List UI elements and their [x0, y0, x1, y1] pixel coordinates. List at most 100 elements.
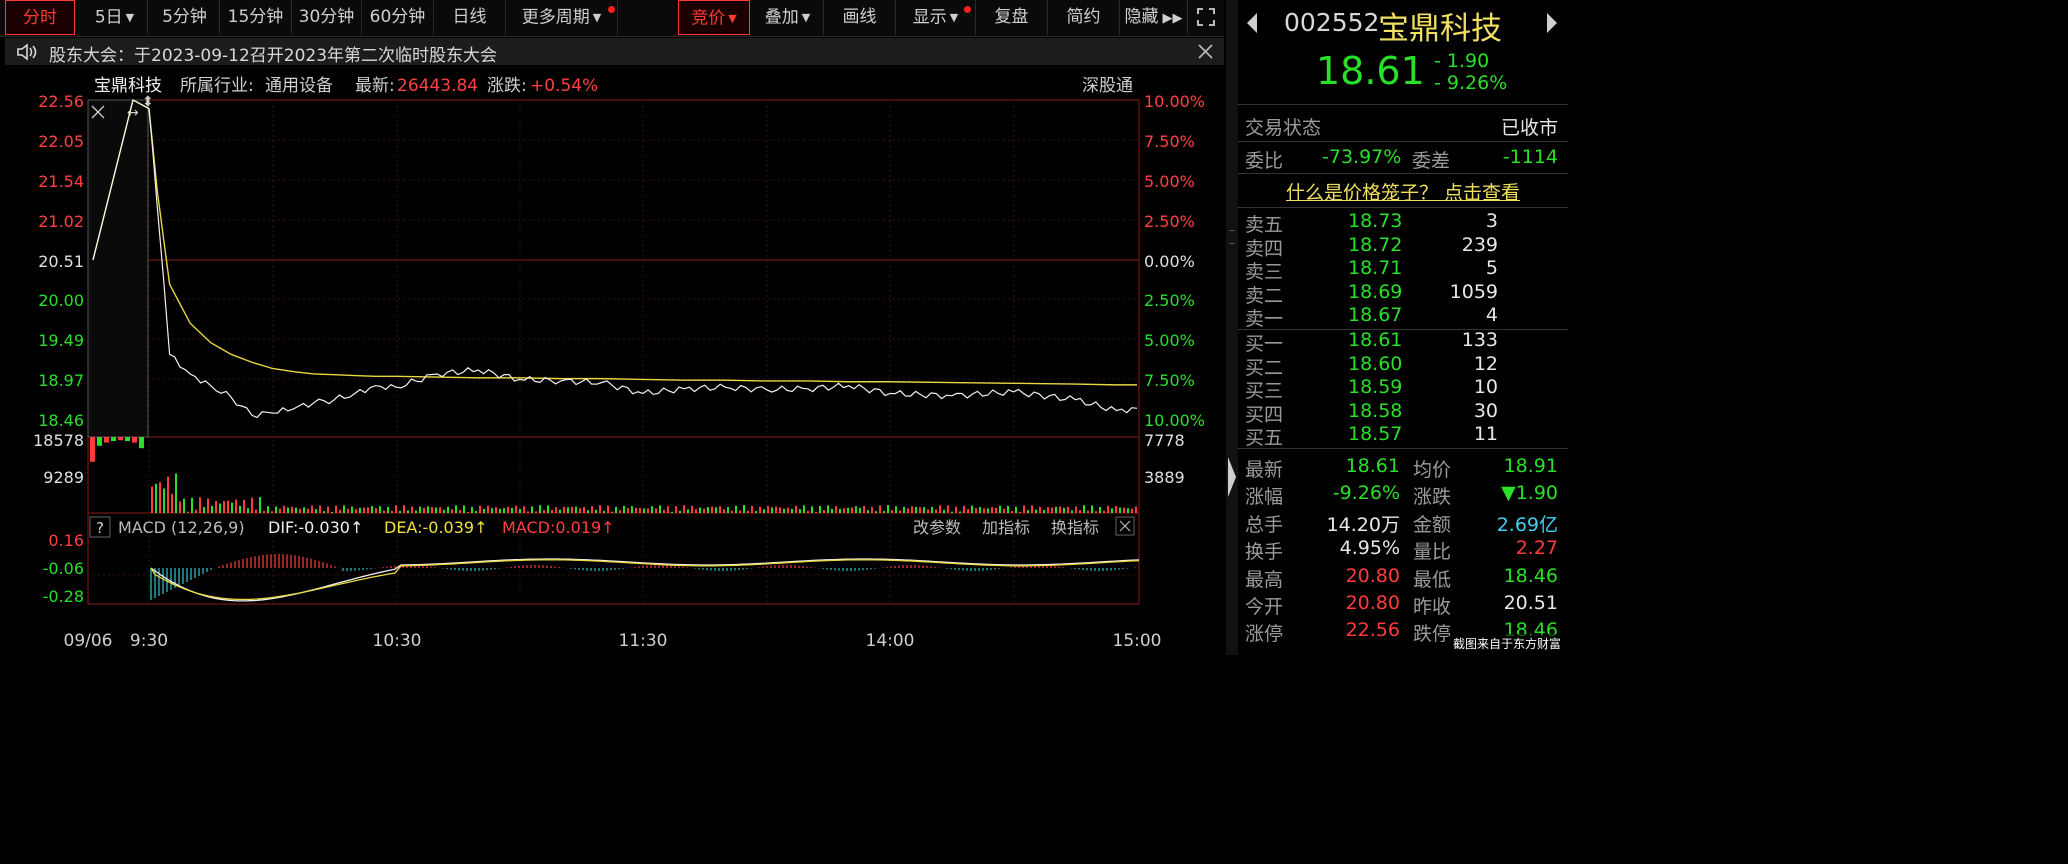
volume-bar — [675, 506, 677, 513]
tab-15min[interactable]: 15分钟 — [220, 0, 292, 35]
collapse-panel-icon[interactable] — [1227, 455, 1237, 499]
tab-30min[interactable]: 30分钟 — [292, 0, 362, 35]
asks-row[interactable]: 卖三 18.71 5 — [1238, 257, 1568, 283]
volume-bar — [439, 507, 441, 513]
volume-bar — [1079, 509, 1081, 513]
simple-button[interactable]: 简约 — [1048, 0, 1120, 35]
volume-bar — [803, 505, 805, 513]
stat-row: 换手 4.95% 量比 2.27 — [1238, 537, 1568, 563]
volume-bar — [695, 509, 697, 513]
volume-bar — [323, 511, 325, 513]
volume-bar — [751, 505, 753, 513]
volume-bar — [519, 508, 521, 513]
bids-row[interactable]: 买三 18.59 10 — [1238, 376, 1568, 402]
volume-bar — [1107, 505, 1109, 513]
tab-daily[interactable]: 日线 — [434, 0, 506, 35]
volume-tick: 9289 — [43, 468, 84, 487]
price-tick: 20.00 — [38, 291, 84, 310]
volume-bar — [1007, 505, 1009, 513]
volume-bar — [367, 507, 369, 513]
volume-bar — [547, 505, 549, 513]
add-indicator-button[interactable]: 加指标 — [982, 518, 1030, 537]
bids-row[interactable]: 买四 18.58 30 — [1238, 400, 1568, 426]
stat-label: 最高 — [1245, 568, 1284, 591]
asks-row[interactable]: 卖五 18.73 3 — [1238, 210, 1568, 236]
volume-tick: 18578 — [33, 431, 84, 450]
bids-row[interactable]: 买二 18.60 12 — [1238, 352, 1568, 379]
volume-bar — [355, 509, 357, 513]
volume-bar — [935, 509, 937, 513]
asks-row[interactable]: 卖四 18.72 239 — [1238, 234, 1568, 260]
bids-volume: 12 — [1473, 352, 1498, 375]
volume-bar — [271, 511, 273, 513]
price-tick: 21.54 — [38, 172, 84, 191]
volume-bar — [879, 505, 881, 513]
asks-price: 18.73 — [1348, 210, 1403, 232]
stat-row: 今开 20.80 昨收 20.51 — [1238, 592, 1568, 618]
volume-bar — [1071, 510, 1073, 513]
volume-bar — [755, 511, 757, 513]
volume-bar — [711, 506, 713, 513]
volume-bar — [1075, 506, 1077, 513]
price-cage-link[interactable]: 什么是价格笼子？ 点击查看 — [1238, 178, 1568, 205]
volume-bar — [511, 507, 513, 513]
fullscreen-button[interactable] — [1188, 0, 1224, 35]
volume-bar — [1051, 507, 1053, 513]
tab-5min[interactable]: 5分钟 — [150, 0, 220, 35]
tab-intraday[interactable]: 分时 — [5, 0, 75, 35]
volume-bar — [335, 505, 337, 513]
volume-bar — [1083, 505, 1085, 513]
hide-button[interactable]: 隐藏 ▶▶ — [1120, 0, 1188, 35]
draw-line-button[interactable]: 画线 — [824, 0, 896, 35]
tab-more-periods[interactable]: 更多周期 ▼ — [506, 0, 618, 35]
volume-bar — [423, 508, 425, 513]
volume-bar — [543, 510, 545, 513]
volume-bar — [483, 508, 485, 513]
stat-value: 2.69亿 — [1496, 513, 1558, 536]
volume-bar — [391, 510, 393, 513]
status-row: 交易状态 已收市 — [1238, 113, 1568, 139]
volume-bar — [635, 507, 637, 513]
volume-bar — [1023, 505, 1025, 513]
asks-row[interactable]: 卖一 18.67 4 — [1238, 304, 1568, 330]
volume-bar — [443, 509, 445, 513]
prev-stock-icon[interactable] — [1246, 12, 1258, 34]
volume-bar — [743, 505, 745, 513]
announcement-bar[interactable]: 股东大会：于2023-09-12召开2023年第二次临时股东大会 — [5, 38, 1224, 66]
stat-value: 22.56 — [1345, 619, 1400, 642]
fullscreen-icon — [1197, 8, 1215, 26]
volume-bar — [951, 511, 953, 513]
chevron-down-icon: ▼ — [592, 11, 602, 24]
bids-row[interactable]: 买一 18.61 133 — [1238, 329, 1568, 355]
volume-bar — [767, 506, 769, 513]
overlay-button[interactable]: 叠加 ▼ — [752, 0, 824, 35]
volume-bar — [979, 506, 981, 513]
tab-5day[interactable]: 5日 ▼ — [82, 0, 148, 35]
display-button[interactable]: 显示 ▼ — [896, 0, 976, 35]
intraday-chart-svg[interactable]: 宝鼎科技 所属行业: 通用设备 最新: 26443.84 涨跌: +0.54% … — [0, 66, 1224, 655]
close-icon[interactable] — [1197, 43, 1214, 60]
auction-button[interactable]: 竞价 ▼ — [678, 0, 750, 35]
change-params-button[interactable]: 改参数 — [913, 518, 961, 537]
intraday-chart[interactable]: 宝鼎科技 所属行业: 通用设备 最新: 26443.84 涨跌: +0.54% … — [0, 66, 1224, 655]
macd-tick: -0.06 — [43, 559, 84, 578]
replay-button[interactable]: 复盘 — [976, 0, 1048, 35]
volume-bar — [539, 505, 541, 513]
volume-bar — [923, 507, 925, 513]
auction-label: 竞价 — [691, 8, 726, 29]
next-stock-icon[interactable] — [1546, 12, 1558, 34]
asks-row[interactable]: 卖二 18.69 1059 — [1238, 281, 1568, 307]
panel-splitter[interactable] — [1226, 0, 1238, 655]
time-tick: 09/06 — [64, 631, 113, 651]
switch-indicator-button[interactable]: 换指标 — [1051, 518, 1099, 537]
bids-row[interactable]: 买五 18.57 11 — [1238, 423, 1568, 449]
volume-bar — [223, 501, 225, 513]
divider — [1238, 207, 1568, 208]
volume-bar — [1111, 508, 1113, 513]
volume-bar — [659, 505, 661, 513]
tab-60min[interactable]: 60分钟 — [362, 0, 434, 35]
stat-value: 2.27 — [1515, 537, 1558, 560]
volume-bar — [999, 505, 1001, 513]
volume-bar — [611, 511, 613, 513]
volume-bar — [799, 509, 801, 513]
